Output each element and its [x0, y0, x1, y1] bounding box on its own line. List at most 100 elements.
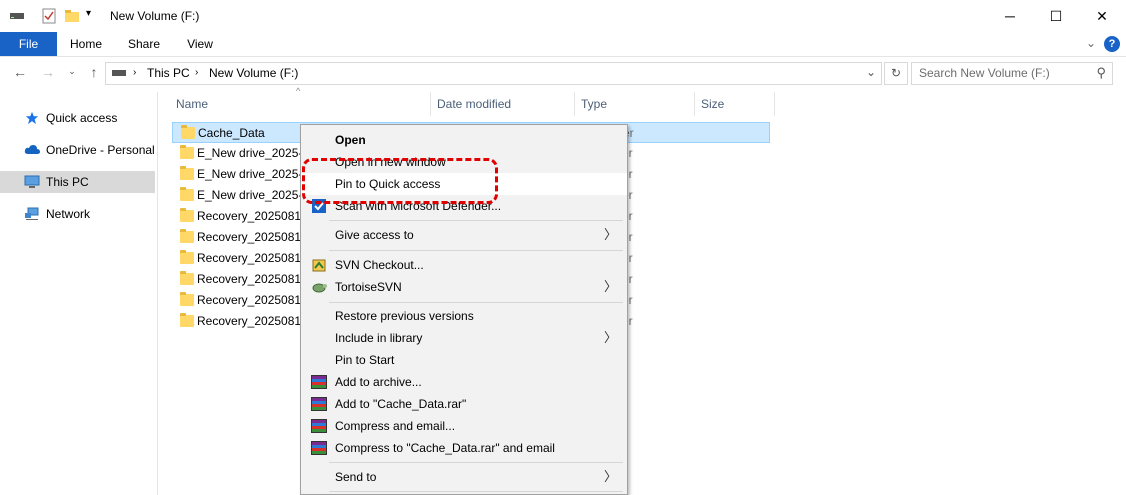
minimize-button[interactable]: ─	[987, 0, 1033, 32]
breadcrumb-this-pc[interactable]: This PC	[147, 66, 190, 80]
menu-item-label: Add to archive...	[335, 375, 422, 389]
file-name: Cache_Data	[198, 126, 265, 140]
tab-share[interactable]: Share	[120, 32, 168, 56]
file-name: Recovery_20250818_	[197, 230, 315, 244]
sidebar-item-label: OneDrive - Personal	[46, 143, 155, 157]
winrar-icon	[311, 419, 327, 433]
folder-icon	[180, 292, 194, 306]
menu-separator	[329, 302, 623, 303]
menu-separator	[329, 491, 623, 492]
sidebar-item-onedrive[interactable]: OneDrive - Personal	[0, 139, 155, 161]
folder-icon	[180, 208, 194, 222]
menu-item-svn-checkout[interactable]: SVN Checkout...	[301, 254, 627, 276]
back-arrow-icon[interactable]: ←	[10, 64, 30, 82]
folder-icon	[180, 166, 194, 180]
breadcrumb-separator-icon: ›	[195, 67, 199, 78]
column-header-date-modified[interactable]: Date modified	[437, 94, 567, 114]
submenu-arrow-icon: 〉	[603, 227, 617, 242]
drive-icon	[112, 70, 126, 76]
column-divider[interactable]	[574, 92, 575, 116]
window-title: New Volume (F:)	[110, 9, 200, 23]
new-folder-icon[interactable]	[65, 9, 79, 23]
address-dropdown-icon[interactable]: ⌄	[866, 65, 876, 79]
search-icon[interactable]: ⚲	[1096, 65, 1106, 81]
address-bar[interactable]: › This PC › New Volume (F:) ⌄	[105, 62, 882, 85]
folder-icon	[181, 125, 195, 139]
winrar-icon	[311, 397, 327, 411]
navigation-pane: Quick access OneDrive - Personal This PC…	[0, 92, 158, 495]
menu-item-label: Restore previous versions	[335, 309, 474, 323]
svn-checkout-icon	[312, 259, 326, 272]
sidebar-item-network[interactable]: Network	[0, 203, 155, 225]
search-placeholder: Search New Volume (F:)	[919, 66, 1050, 80]
menu-item-add-archive[interactable]: Add to archive...	[301, 371, 627, 393]
help-icon[interactable]: ?	[1104, 36, 1120, 52]
breadcrumb-separator-icon: ›	[133, 67, 137, 78]
breadcrumb-new-volume[interactable]: New Volume (F:)	[209, 66, 298, 80]
tortoise-icon	[312, 283, 327, 293]
forward-arrow-icon[interactable]: →	[38, 64, 58, 82]
menu-item-label: Add to "Cache_Data.rar"	[335, 397, 467, 411]
winrar-icon	[311, 441, 327, 455]
menu-separator	[329, 220, 623, 221]
menu-item-restore-previous[interactable]: Restore previous versions	[301, 305, 627, 327]
menu-item-add-rar[interactable]: Add to "Cache_Data.rar"	[301, 393, 627, 415]
menu-item-label: Send to	[335, 470, 377, 484]
column-divider[interactable]	[430, 92, 431, 116]
search-input[interactable]: Search New Volume (F:) ⚲	[911, 62, 1113, 85]
folder-icon	[180, 145, 194, 159]
ribbon-tabs: File Home Share View ⌄ ?	[0, 32, 1126, 57]
menu-item-send-to[interactable]: Send to 〉	[301, 466, 627, 488]
menu-item-compress-rar-email[interactable]: Compress to "Cache_Data.rar" and email	[301, 437, 627, 459]
menu-item-give-access[interactable]: Give access to 〉	[301, 224, 627, 246]
drive-icon	[10, 13, 24, 19]
close-button[interactable]: ✕	[1079, 0, 1125, 32]
refresh-button[interactable]: ↻	[884, 62, 908, 85]
star-icon	[25, 111, 39, 125]
menu-item-label: Compress and email...	[335, 419, 456, 433]
submenu-arrow-icon: 〉	[603, 279, 617, 294]
submenu-arrow-icon: 〉	[603, 469, 617, 484]
folder-icon	[180, 229, 194, 243]
submenu-arrow-icon: 〉	[603, 330, 617, 345]
up-arrow-icon[interactable]: ↑	[84, 64, 104, 82]
file-name: E_New drive_2025-0	[197, 167, 310, 181]
column-header-name[interactable]: Name	[176, 94, 426, 114]
column-header-type[interactable]: Type	[581, 94, 681, 114]
tab-view[interactable]: View	[176, 32, 224, 56]
menu-item-pin-start[interactable]: Pin to Start	[301, 349, 627, 371]
menu-item-label: SVN Checkout...	[335, 258, 424, 272]
computer-icon	[24, 175, 40, 188]
properties-icon[interactable]	[42, 8, 56, 24]
sidebar-item-quick-access[interactable]: Quick access	[0, 107, 155, 129]
tab-home[interactable]: Home	[62, 32, 110, 56]
column-divider[interactable]	[694, 92, 695, 116]
menu-item-open[interactable]: Open	[301, 129, 627, 151]
menu-item-label: Compress to "Cache_Data.rar" and email	[335, 441, 555, 455]
sidebar-item-label: Quick access	[46, 111, 118, 125]
tab-file[interactable]: File	[0, 32, 57, 56]
menu-item-compress-email[interactable]: Compress and email...	[301, 415, 627, 437]
maximize-button[interactable]: ☐	[1033, 0, 1079, 32]
file-name: E_New drive_2025-0	[197, 146, 310, 160]
file-name: Recovery_20250819_	[197, 293, 315, 307]
column-header-size[interactable]: Size	[701, 94, 771, 114]
file-name: Recovery_20250818_	[197, 251, 315, 265]
file-name: E_New drive_2025-0	[197, 188, 310, 202]
winrar-icon	[311, 375, 327, 389]
folder-icon	[180, 250, 194, 264]
column-divider[interactable]	[774, 92, 775, 116]
sidebar-item-this-pc[interactable]: This PC	[0, 171, 155, 193]
sidebar-item-label: Network	[46, 207, 91, 221]
menu-item-tortoisesvn[interactable]: TortoiseSVN 〉	[301, 276, 627, 298]
menu-item-label: TortoiseSVN	[335, 280, 402, 294]
highlight-annotation	[302, 158, 498, 204]
folder-icon	[180, 271, 194, 285]
recent-dropdown-icon[interactable]: ⌄	[62, 66, 82, 84]
file-name: Recovery_20250818_	[197, 272, 315, 286]
chevron-down-icon[interactable]: ⌄	[1086, 36, 1096, 50]
quick-access-toolbar-dropdown[interactable]: ▾	[86, 8, 91, 19]
menu-separator	[329, 250, 623, 251]
menu-item-label: Give access to	[335, 228, 414, 242]
menu-item-include-library[interactable]: Include in library 〉	[301, 327, 627, 349]
